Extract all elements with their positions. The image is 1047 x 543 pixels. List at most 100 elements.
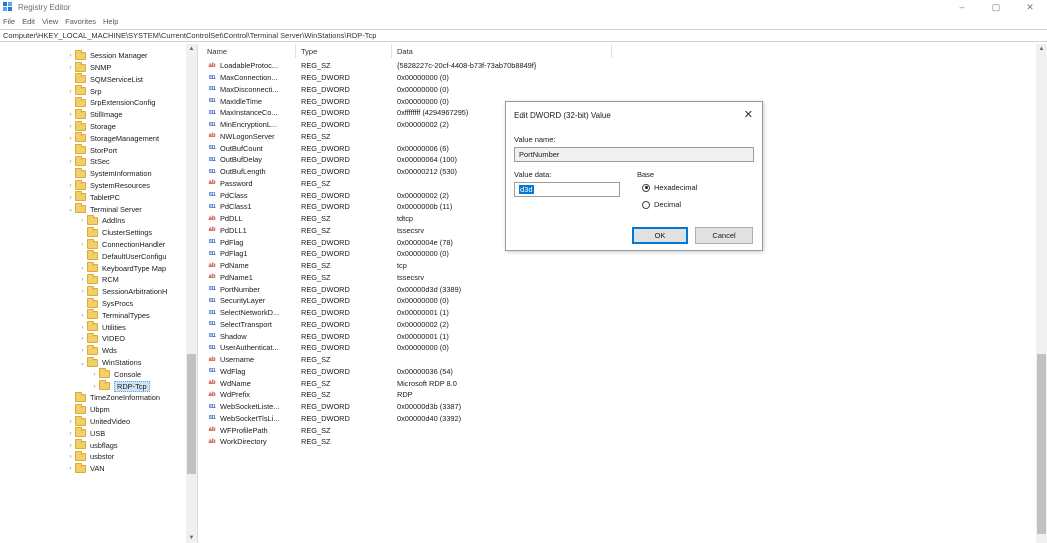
value-row[interactable]: WFProfilePath REG_SZ [203,424,803,436]
value-row[interactable]: Shadow REG_DWORD 0x00000001 (1) [203,330,803,342]
column-separator[interactable] [611,44,612,58]
expand-chevron-icon[interactable]: › [66,88,75,95]
collapse-chevron-icon[interactable]: ⌄ [66,205,75,213]
expand-chevron-icon[interactable]: › [66,418,75,425]
tree-item[interactable]: StorPort [66,144,117,156]
tree-item[interactable]: › StillImage [66,108,122,121]
address-bar[interactable]: Computer\HKEY_LOCAL_MACHINE\SYSTEM\Curre… [0,29,1047,42]
tree-item[interactable]: › AddIns [78,214,125,227]
ok-button[interactable]: OK [632,227,688,244]
tree-item[interactable]: SysProcs [78,297,133,310]
menu-view[interactable]: View [42,17,58,26]
tree-item[interactable]: › SessionArbitrationH [78,285,167,298]
expand-chevron-icon[interactable]: › [78,288,87,295]
collapse-chevron-icon[interactable]: ⌄ [78,359,87,367]
column-separator[interactable] [295,44,296,58]
expand-chevron-icon[interactable]: › [78,312,87,319]
tree-item[interactable]: › KeyboardType Map [78,262,166,274]
scroll-down-icon[interactable]: ▼ [186,533,197,543]
value-row[interactable]: PortNumber REG_DWORD 0x00000d3d (3389) [203,283,803,295]
value-row[interactable]: SelectNetworkD... REG_DWORD 0x00000001 (1) [203,307,803,319]
tree-item[interactable]: SrpExtensionConfig [66,96,155,109]
tree-item[interactable]: DefaultUserConfigu [78,250,167,263]
menu-edit[interactable]: Edit [22,17,35,26]
expand-chevron-icon[interactable]: › [66,430,75,437]
tree-item[interactable]: Ubpm [66,403,110,416]
column-separator[interactable] [391,44,392,58]
expand-chevron-icon[interactable]: › [66,158,75,165]
tree-item[interactable]: › Srp [66,85,102,97]
expand-chevron-icon[interactable]: › [66,194,75,201]
tree-item[interactable]: › ConnectionHandler [78,238,165,251]
expand-chevron-icon[interactable]: › [78,217,87,224]
tree-item[interactable]: › UnitedVideo [66,415,130,428]
tree-item[interactable]: › TerminalTypes [78,309,150,322]
values-scrollbar[interactable]: ▲ [1036,44,1047,543]
column-type-header[interactable]: Type [301,47,317,56]
tree-item[interactable]: › RDP-Tcp [90,380,150,392]
value-row[interactable]: MaxDisconnecti... REG_DWORD 0x00000000 (0) [203,84,803,96]
column-name-header[interactable]: Name [207,47,227,56]
value-data-field[interactable]: d3d [514,182,620,197]
tree-item[interactable]: › SNMP [66,61,111,74]
tree-item[interactable]: › SystemResources [66,179,150,192]
tree-item[interactable]: › USB [66,427,105,440]
expand-chevron-icon[interactable]: › [66,123,75,130]
expand-chevron-icon[interactable]: › [78,265,87,272]
menu-file[interactable]: File [3,17,15,26]
cancel-button[interactable]: Cancel [695,227,753,244]
tree-item[interactable]: › Wds [78,344,117,357]
value-row[interactable]: Username REG_SZ [203,354,803,366]
value-row[interactable]: WorkDirectory REG_SZ [203,436,803,448]
tree-item[interactable]: › Utilities [78,321,126,333]
value-row[interactable]: PdName1 REG_SZ tssecsrv [203,272,803,284]
tree-item[interactable]: › Storage [66,120,116,133]
close-window-button[interactable]: ✕ [1013,0,1047,14]
value-row[interactable]: UserAuthenticat... REG_DWORD 0x00000000 (0… [203,342,803,354]
expand-chevron-icon[interactable]: › [78,324,87,331]
values-scroll-thumb[interactable] [1037,354,1046,534]
decimal-radio[interactable]: Decimal [642,200,681,209]
scroll-up-icon[interactable]: ▲ [1036,44,1047,54]
menu-help[interactable]: Help [103,17,118,26]
value-row[interactable]: SelectTransport REG_DWORD 0x00000002 (2) [203,319,803,331]
tree-item[interactable]: › usbstor [66,450,114,463]
expand-chevron-icon[interactable]: › [66,135,75,142]
expand-chevron-icon[interactable]: › [66,465,75,472]
value-row[interactable]: MaxConnection... REG_DWORD 0x00000000 (0) [203,72,803,84]
tree-item[interactable]: › usbflags [66,439,118,451]
tree-item[interactable]: ⌄ WinStations [78,356,141,369]
expand-chevron-icon[interactable]: › [90,383,99,390]
tree-item[interactable]: › VAN [66,462,105,475]
maximize-button[interactable]: ▢ [979,0,1013,14]
tree-item[interactable]: › Session Manager [66,49,148,62]
expand-chevron-icon[interactable]: › [66,182,75,189]
value-row[interactable]: WdName REG_SZ Microsoft RDP 8.0 [203,377,803,389]
tree-scroll-thumb[interactable] [187,354,196,474]
expand-chevron-icon[interactable]: › [78,276,87,283]
tree-item[interactable]: › StSec [66,155,110,168]
value-name-field[interactable]: PortNumber [514,147,754,162]
tree-item[interactable]: ClusterSettings [78,226,152,239]
value-row[interactable]: SecurityLayer REG_DWORD 0x00000000 (0) [203,295,803,307]
tree-item[interactable]: › VIDEO [78,332,125,345]
minimize-button[interactable]: – [945,0,979,14]
menu-favorites[interactable]: Favorites [65,17,96,26]
value-row[interactable]: PdName REG_SZ tcp [203,260,803,272]
expand-chevron-icon[interactable]: › [90,371,99,378]
expand-chevron-icon[interactable]: › [78,241,87,248]
expand-chevron-icon[interactable]: › [78,335,87,342]
tree-item[interactable]: › StorageManagement [66,132,159,145]
column-data-header[interactable]: Data [397,47,413,56]
expand-chevron-icon[interactable]: › [66,453,75,460]
tree-item[interactable]: › TabletPC [66,191,120,204]
tree-scrollbar[interactable]: ▲ ▼ [186,44,197,543]
value-row[interactable]: WdFlag REG_DWORD 0x00000036 (54) [203,366,803,378]
tree-item[interactable]: › RCM [78,273,119,286]
value-row[interactable]: WdPrefix REG_SZ RDP [203,389,803,401]
expand-chevron-icon[interactable]: › [66,52,75,59]
expand-chevron-icon[interactable]: › [66,64,75,71]
value-row[interactable]: LoadableProtoc... REG_SZ {5828227c-20cf-44… [203,60,803,72]
expand-chevron-icon[interactable]: › [66,442,75,449]
expand-chevron-icon[interactable]: › [66,111,75,118]
